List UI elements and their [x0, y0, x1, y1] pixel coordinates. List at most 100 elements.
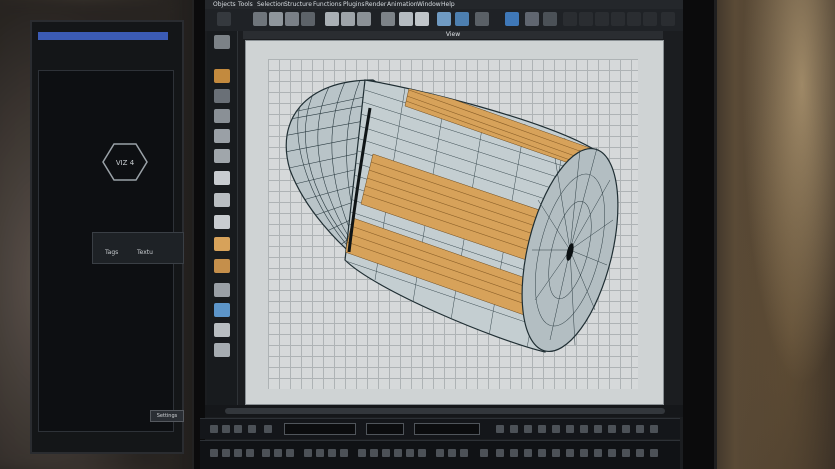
camera-add-icon[interactable]	[594, 449, 602, 457]
settings-icon[interactable]	[543, 12, 557, 26]
object-select-field[interactable]	[284, 423, 356, 435]
menu-help[interactable]: Help	[441, 0, 455, 9]
lock-icon[interactable]	[622, 425, 630, 433]
checker-icon[interactable]	[214, 171, 230, 185]
arrow-up-icon[interactable]	[595, 12, 609, 26]
rotate-icon[interactable]	[285, 12, 299, 26]
arrow-up-right-icon[interactable]	[611, 12, 625, 26]
arrow-down-icon[interactable]	[661, 12, 675, 26]
zoom-in-icon[interactable]	[496, 425, 504, 433]
torus-icon[interactable]	[552, 449, 560, 457]
copy-icon[interactable]	[274, 449, 282, 457]
line-icon[interactable]	[214, 89, 230, 103]
new-icon[interactable]	[210, 449, 218, 457]
refresh-icon[interactable]	[264, 425, 272, 433]
menu-plugins[interactable]: Plugins	[343, 0, 365, 9]
undo-icon[interactable]	[217, 12, 231, 26]
zoom-out-icon[interactable]	[510, 425, 518, 433]
extrude-icon[interactable]	[394, 449, 402, 457]
texture-icon[interactable]	[399, 12, 413, 26]
zoom-region-icon[interactable]	[538, 425, 546, 433]
zoom-fit-icon[interactable]	[524, 425, 532, 433]
play-icon[interactable]	[222, 425, 230, 433]
material-icon[interactable]	[608, 449, 616, 457]
satellite-icon[interactable]	[214, 237, 230, 251]
next-icon[interactable]	[234, 425, 242, 433]
cylinder-icon[interactable]	[524, 449, 532, 457]
edge-icon[interactable]	[341, 12, 355, 26]
light-add-icon[interactable]	[580, 449, 588, 457]
scroll-thumb[interactable]	[225, 408, 665, 414]
smooth-icon[interactable]	[448, 449, 456, 457]
cube-icon[interactable]	[505, 12, 519, 26]
snap-icon[interactable]	[636, 425, 644, 433]
subdivide-icon[interactable]	[460, 449, 468, 457]
paint-icon[interactable]	[636, 449, 644, 457]
prev-icon[interactable]	[210, 425, 218, 433]
uv-icon[interactable]	[622, 449, 630, 457]
light-icon[interactable]	[214, 303, 230, 317]
spline-icon[interactable]	[214, 129, 230, 143]
measure-icon[interactable]	[650, 425, 658, 433]
render-icon[interactable]	[437, 12, 451, 26]
layer-select-field[interactable]	[366, 423, 404, 435]
bucket-icon[interactable]	[214, 283, 230, 297]
frame-icon[interactable]	[594, 425, 602, 433]
point-icon[interactable]	[357, 12, 371, 26]
menu-tools[interactable]: Tools	[238, 0, 253, 9]
arrow-left-icon[interactable]	[579, 12, 593, 26]
menu-objects[interactable]: Objects	[213, 0, 236, 9]
menu-window[interactable]: Window	[417, 0, 441, 9]
checker-alt-icon[interactable]	[214, 193, 230, 207]
camera-icon[interactable]	[475, 12, 489, 26]
group-icon[interactable]	[328, 449, 336, 457]
distribute-icon[interactable]	[316, 449, 324, 457]
circle-icon[interactable]	[496, 449, 504, 457]
axis-icon[interactable]	[415, 12, 429, 26]
select-icon[interactable]	[253, 12, 267, 26]
layout-icon[interactable]	[214, 35, 230, 49]
plane-icon[interactable]	[566, 449, 574, 457]
model-icon[interactable]	[381, 12, 395, 26]
pattern-icon[interactable]	[214, 215, 230, 229]
polygon-icon[interactable]	[325, 12, 339, 26]
material-select-field[interactable]	[414, 423, 480, 435]
grid-toggle-icon[interactable]	[248, 425, 256, 433]
render-region-icon[interactable]	[455, 12, 469, 26]
pen-icon[interactable]	[214, 69, 230, 83]
boolean-icon[interactable]	[382, 449, 390, 457]
open-icon[interactable]	[222, 449, 230, 457]
zoom-all-icon[interactable]	[552, 425, 560, 433]
pencil-icon[interactable]	[214, 259, 230, 273]
menu-selection[interactable]: Selection	[257, 0, 285, 9]
arrow-down-right-icon[interactable]	[643, 12, 657, 26]
grid-icon[interactable]	[214, 109, 230, 123]
paste-icon[interactable]	[286, 449, 294, 457]
scale-icon[interactable]	[301, 12, 315, 26]
menu-functions[interactable]: Functions	[313, 0, 342, 9]
sculpt-icon[interactable]	[650, 449, 658, 457]
help-icon[interactable]	[525, 12, 539, 26]
box-icon[interactable]	[214, 149, 230, 163]
ungroup-icon[interactable]	[340, 449, 348, 457]
brush-icon[interactable]	[214, 323, 230, 337]
cut-icon[interactable]	[262, 449, 270, 457]
move-icon[interactable]	[269, 12, 283, 26]
lathe-icon[interactable]	[406, 449, 414, 457]
settings-button[interactable]: Settings	[150, 410, 184, 422]
arrow-right-icon[interactable]	[563, 12, 577, 26]
align-icon[interactable]	[304, 449, 312, 457]
text-icon[interactable]	[480, 449, 488, 457]
bevel-icon[interactable]	[436, 449, 444, 457]
sphere-icon[interactable]	[510, 449, 518, 457]
deform-icon[interactable]	[214, 343, 230, 357]
print-icon[interactable]	[246, 449, 254, 457]
pan-icon[interactable]	[566, 425, 574, 433]
loft-icon[interactable]	[418, 449, 426, 457]
arrow-down-left-icon[interactable]	[627, 12, 641, 26]
save-icon[interactable]	[234, 449, 242, 457]
array-icon[interactable]	[370, 449, 378, 457]
view-icon[interactable]	[608, 425, 616, 433]
mirror-icon[interactable]	[358, 449, 366, 457]
viewport-scrollbar[interactable]	[205, 405, 683, 417]
